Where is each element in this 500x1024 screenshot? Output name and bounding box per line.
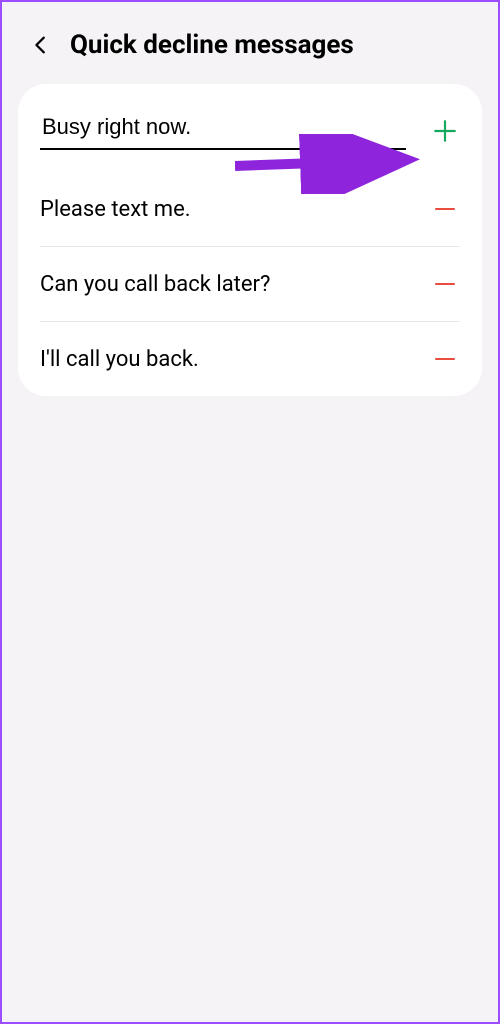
minus-icon [433, 272, 457, 296]
list-item[interactable]: Please text me. [40, 172, 460, 246]
header: Quick decline messages [2, 2, 498, 84]
messages-card: Please text me. Can you call back later?… [18, 84, 482, 396]
minus-icon [433, 347, 457, 371]
list-item[interactable]: Can you call back later? [40, 246, 460, 321]
remove-button[interactable] [430, 194, 460, 224]
new-message-input[interactable] [40, 112, 406, 150]
chevron-left-icon [30, 31, 52, 59]
remove-button[interactable] [430, 269, 460, 299]
add-button[interactable] [430, 116, 460, 146]
back-button[interactable] [30, 31, 52, 59]
remove-button[interactable] [430, 344, 460, 374]
message-text: Can you call back later? [40, 272, 270, 297]
new-message-row [40, 98, 460, 154]
plus-icon [432, 118, 458, 144]
message-text: Please text me. [40, 197, 191, 222]
messages-list: Please text me. Can you call back later?… [40, 172, 460, 396]
page-title: Quick decline messages [70, 30, 354, 60]
list-item[interactable]: I'll call you back. [40, 321, 460, 396]
minus-icon [433, 197, 457, 221]
message-text: I'll call you back. [40, 347, 199, 372]
